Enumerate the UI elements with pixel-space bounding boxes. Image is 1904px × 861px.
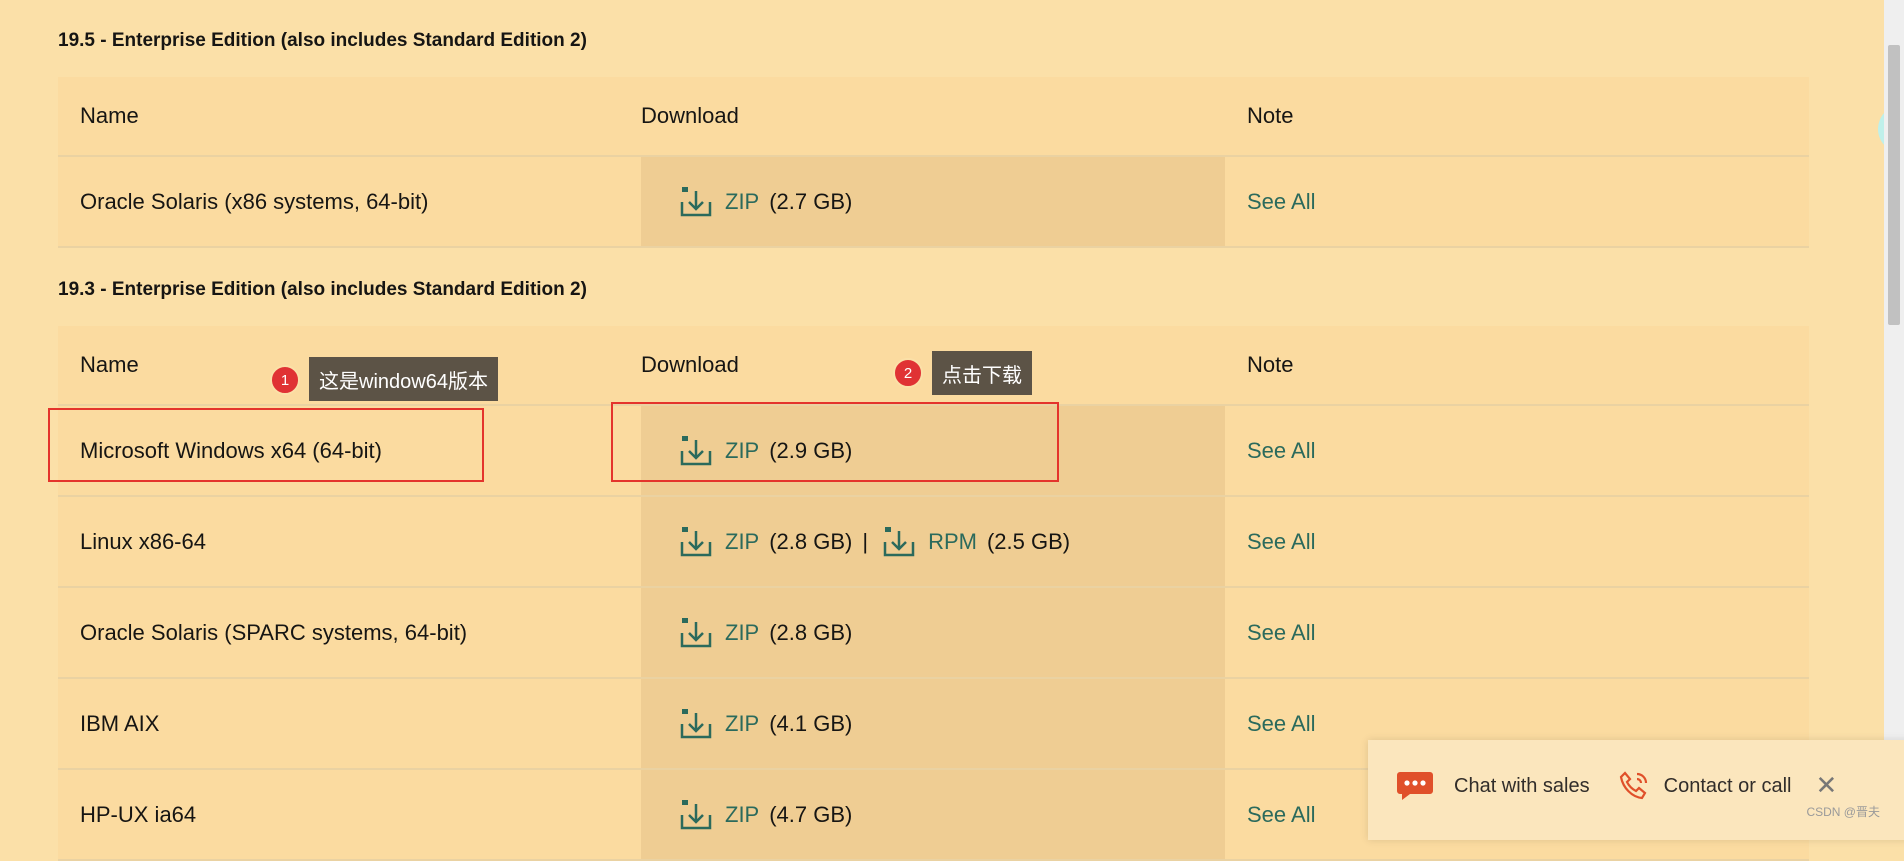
annotation-badge-1: 1 xyxy=(270,365,300,395)
zip-download-link[interactable]: ZIP xyxy=(725,711,759,737)
annotation-tooltip-2: 点击下载 xyxy=(932,351,1032,395)
file-size: (2.8 GB) xyxy=(769,619,853,645)
downloads-table-19-5: Name Download Note Oracle Solaris (x86 s… xyxy=(58,77,1809,248)
see-all-link[interactable]: See All xyxy=(1225,497,1809,586)
row-name: Oracle Solaris (SPARC systems, 64-bit) xyxy=(80,619,468,645)
download-icon[interactable] xyxy=(882,525,916,559)
file-size: (2.8 GB) xyxy=(769,528,853,554)
header-download: Download xyxy=(641,103,739,128)
header-note: Note xyxy=(1247,352,1294,377)
annotation-tooltip-1: 这是window64版本 xyxy=(309,357,498,401)
section-title-19-3: 19.3 - Enterprise Edition (also includes… xyxy=(58,279,587,300)
download-icon[interactable] xyxy=(679,525,713,559)
download-cell: ZIP (2.8 GB) | RPM (2.5 GB) xyxy=(641,497,1225,586)
table-row: Oracle Solaris (x86 systems, 64-bit) ZIP… xyxy=(58,157,1809,248)
see-all-link[interactable]: See All xyxy=(1225,588,1809,677)
zip-download-link[interactable]: ZIP xyxy=(725,620,759,646)
row-name: HP-UX ia64 xyxy=(80,801,197,827)
annotation-badge-2: 2 xyxy=(893,358,923,388)
row-name: Linux x86-64 xyxy=(80,528,206,554)
zip-download-link[interactable]: ZIP xyxy=(725,802,759,828)
download-cell: ZIP (4.7 GB) xyxy=(641,770,1225,859)
download-icon[interactable] xyxy=(679,185,713,219)
file-size: (4.1 GB) xyxy=(769,710,853,736)
table-row: Linux x86-64 ZIP (2.8 GB) | RPM (2.5 GB)… xyxy=(58,497,1809,588)
watermark: CSDN @晋夫 xyxy=(1806,805,1880,819)
download-cell: ZIP (4.1 GB) xyxy=(641,679,1225,768)
chat-bar: Chat with sales Contact or call ✕ xyxy=(1368,740,1904,840)
close-icon[interactable]: ✕ xyxy=(1815,770,1837,801)
separator: | xyxy=(862,528,869,554)
download-icon[interactable] xyxy=(679,616,713,650)
chat-label: Chat with sales xyxy=(1454,774,1590,797)
scrollbar[interactable] xyxy=(1884,0,1904,826)
table-header: Name Download Note xyxy=(58,77,1809,157)
see-all-link[interactable]: See All xyxy=(1225,157,1809,246)
highlight-box-download xyxy=(611,402,1059,482)
see-all-link[interactable]: See All xyxy=(1225,406,1809,495)
download-icon[interactable] xyxy=(679,798,713,832)
chat-bubble-icon xyxy=(1397,772,1433,800)
phone-icon xyxy=(1619,771,1647,800)
contact-label: Contact or call xyxy=(1663,774,1792,797)
file-size: (2.5 GB) xyxy=(986,528,1071,554)
zip-download-link[interactable]: ZIP xyxy=(725,529,759,555)
download-cell: ZIP (2.8 GB) xyxy=(641,588,1225,677)
download-cell: ZIP (2.7 GB) xyxy=(641,157,1225,246)
zip-download-link[interactable]: ZIP xyxy=(725,189,759,215)
contact-or-call-button[interactable]: Contact or call xyxy=(1618,770,1792,802)
row-name: IBM AIX xyxy=(80,710,160,736)
section-title-19-5: 19.5 - Enterprise Edition (also includes… xyxy=(58,30,587,51)
chat-with-sales-button[interactable]: Chat with sales xyxy=(1396,770,1590,802)
rpm-download-link[interactable]: RPM xyxy=(928,529,977,555)
download-icon[interactable] xyxy=(679,707,713,741)
highlight-box-windows xyxy=(48,408,484,482)
table-row: Oracle Solaris (SPARC systems, 64-bit) Z… xyxy=(58,588,1809,679)
header-note: Note xyxy=(1247,103,1294,128)
file-size: (4.7 GB) xyxy=(769,801,853,827)
file-size: (2.7 GB) xyxy=(769,188,853,214)
header-name: Name xyxy=(80,103,139,128)
scrollbar-thumb[interactable] xyxy=(1888,45,1900,325)
row-name: Oracle Solaris (x86 systems, 64-bit) xyxy=(80,188,429,214)
